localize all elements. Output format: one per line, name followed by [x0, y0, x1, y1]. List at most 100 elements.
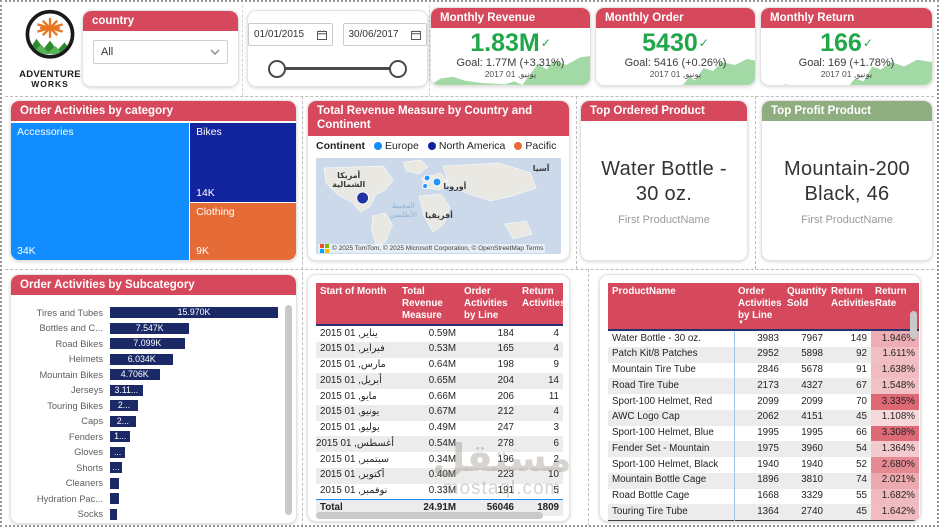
bar-category-label: Hydration Pac... [17, 494, 110, 504]
treemap-tile-accessories[interactable]: Accessories 34K [11, 123, 189, 260]
table-row[interactable]: أكتوبر, 01 20150.40M22310 [316, 468, 563, 484]
bar[interactable]: 1... [110, 431, 130, 442]
slider-track[interactable] [274, 67, 401, 70]
bar[interactable] [110, 493, 119, 504]
value-cell: 1364 [734, 504, 783, 520]
table-row[interactable]: Patch Kit/8 Patches29525898921.611% [608, 347, 919, 363]
map-bubble-europe[interactable] [424, 175, 430, 181]
col-header-start-of-month[interactable]: Start of Month [316, 283, 398, 325]
slider-handle-start[interactable] [268, 60, 286, 78]
bar[interactable] [110, 478, 119, 489]
legend-item-europe[interactable]: Europe [374, 140, 419, 152]
date-start-input[interactable]: 01/01/2015 [248, 23, 333, 46]
table-row[interactable]: أبريل, 01 20150.65M20414 [316, 373, 563, 389]
table-row[interactable]: Water Bottle - 30 oz.398379671491.946% [608, 330, 919, 347]
table-row[interactable]: مارس, 01 20150.64M1989 [316, 358, 563, 374]
microsoft-logo-icon [320, 244, 329, 253]
table-row[interactable]: يناير, 01 20150.59M1844 [316, 325, 563, 342]
bar[interactable]: 2... [110, 416, 136, 427]
total-label: Total [608, 521, 734, 522]
table-row[interactable]: يوليو, 01 20150.49M2473 [316, 421, 563, 437]
treemap-title: Order Activities by category [11, 101, 296, 121]
bar-category-label: Road Bikes [17, 339, 110, 349]
date-end-input[interactable]: 30/06/2017 [343, 23, 428, 46]
bar-value-label: 2... [110, 400, 138, 411]
table-row[interactable]: يونيو, 01 20150.67M2124 [316, 405, 563, 421]
country-dropdown[interactable]: All [93, 40, 228, 64]
legend-item-north-america[interactable]: North America [428, 140, 506, 152]
bar-chart-title: Order Activities by Subcategory [11, 275, 296, 295]
bar[interactable]: 15.970K [110, 307, 278, 318]
value-cell: 0.67M [398, 405, 460, 421]
col-header-quantity-sold[interactable]: Quantity Sold [783, 283, 827, 330]
map-bubble-europe[interactable] [433, 178, 441, 186]
col-header-order-activities[interactable]: Order Activities by Line [460, 283, 518, 325]
return-rate-cell: 2.021% [871, 473, 919, 489]
month-cell: سبتمبر, 01 2015 [316, 452, 398, 468]
kpi-goal: Goal: 5416 (+0.26%) [596, 57, 755, 69]
bar-row: Caps2... [17, 414, 278, 430]
total-value: 84174 [783, 521, 827, 522]
table-row[interactable]: نوفمبر, 01 20150.33M1915 [316, 484, 563, 500]
table-row[interactable]: مايو, 01 20150.66M20611 [316, 389, 563, 405]
map-bubble-north-america[interactable] [357, 192, 369, 204]
kpi-value: 166✓ [761, 31, 932, 56]
bar-value-label: ... [110, 447, 125, 458]
bar[interactable]: ... [110, 462, 122, 473]
table-row[interactable]: Sport-100 Helmet, Blue19951995663.308% [608, 426, 919, 442]
date-range-slider[interactable] [266, 52, 409, 86]
bar[interactable] [110, 509, 117, 520]
map-legend: Continent Europe North America Pacific [308, 136, 569, 154]
map-attribution: © 2025 TomTom, © 2025 Microsoft Corporat… [318, 244, 545, 253]
map-bubble-europe[interactable] [423, 183, 428, 188]
bar-track: 1... [110, 431, 278, 442]
legend-item-pacific[interactable]: Pacific [514, 140, 556, 152]
world-map: أمريكا الشمالية أوروبا آسيا أفريقيا المح… [316, 158, 561, 254]
col-header-return-activities[interactable]: Return Activities [518, 283, 563, 325]
treemap-tile-bikes[interactable]: Bikes 14K [190, 123, 296, 202]
table-row[interactable]: Mountain Tire Tube28465678911.638% [608, 363, 919, 379]
map-canvas[interactable]: أمريكا الشمالية أوروبا آسيا أفريقيا المح… [316, 158, 561, 254]
table-row[interactable]: Sport-100 Helmet, Red20992099703.335% [608, 394, 919, 410]
table-row[interactable]: Road Bottle Cage16683329551.682% [608, 489, 919, 505]
value-cell: 206 [460, 389, 518, 405]
value-cell: 204 [460, 373, 518, 389]
bar-value-label: 2... [110, 416, 136, 427]
table-row[interactable]: Fender Set - Mountain19753960541.364% [608, 441, 919, 457]
bar-track: 7.099K [110, 338, 278, 349]
slider-handle-end[interactable] [389, 60, 407, 78]
bar-chart-scrollbar[interactable] [285, 305, 292, 515]
value-cell: 165 [460, 342, 518, 358]
tile-value: 34K [17, 245, 36, 257]
col-header-order-activities[interactable]: Order Activities by Line▼ [734, 283, 783, 330]
table-row[interactable]: فبراير, 01 20150.53M1654 [316, 342, 563, 358]
table-row[interactable]: أغسطس, 01 20150.54M2786 [316, 436, 563, 452]
month-cell: أكتوبر, 01 2015 [316, 468, 398, 484]
table-row[interactable]: سبتمبر, 01 20150.34M1962 [316, 452, 563, 468]
col-header-product-name[interactable]: ProductName [608, 283, 734, 330]
bar[interactable]: 3.11... [110, 385, 143, 396]
bar-row: Touring Bikes2... [17, 398, 278, 414]
kpi-monthly-return-card: Monthly Return 166✓ Goal: 169 (+1.78%) ي… [760, 7, 933, 86]
return-rate-cell: 2.680% [871, 457, 919, 473]
bar-category-label: Caps [17, 416, 110, 426]
treemap-tile-clothing[interactable]: Clothing 9K [190, 203, 296, 260]
table-row[interactable]: Mountain Bottle Cage18963810742.021% [608, 473, 919, 489]
bar[interactable]: 2... [110, 400, 138, 411]
value-cell: 247 [460, 421, 518, 437]
col-header-return-activities[interactable]: Return Activities [827, 283, 871, 330]
month-cell: مارس, 01 2015 [316, 358, 398, 374]
table-row[interactable]: Sport-100 Helmet, Black19401940522.680% [608, 457, 919, 473]
table-row[interactable]: Touring Tire Tube13642740451.642% [608, 504, 919, 520]
bar[interactable]: 7.547K [110, 323, 189, 334]
product-table-scrollbar[interactable] [910, 311, 917, 339]
bar[interactable]: ... [110, 447, 125, 458]
col-header-total-revenue[interactable]: Total Revenue Measure [398, 283, 460, 325]
bar[interactable]: 7.099K [110, 338, 185, 349]
bar[interactable]: 4.706K [110, 369, 160, 380]
table-row[interactable]: AWC Logo Cap20624151451.108% [608, 410, 919, 426]
monthly-table-hscrollbar[interactable] [316, 512, 543, 519]
month-cell: يناير, 01 2015 [316, 325, 398, 342]
table-row[interactable]: Road Tire Tube21734327671.548% [608, 378, 919, 394]
bar[interactable]: 6.034K [110, 354, 173, 365]
